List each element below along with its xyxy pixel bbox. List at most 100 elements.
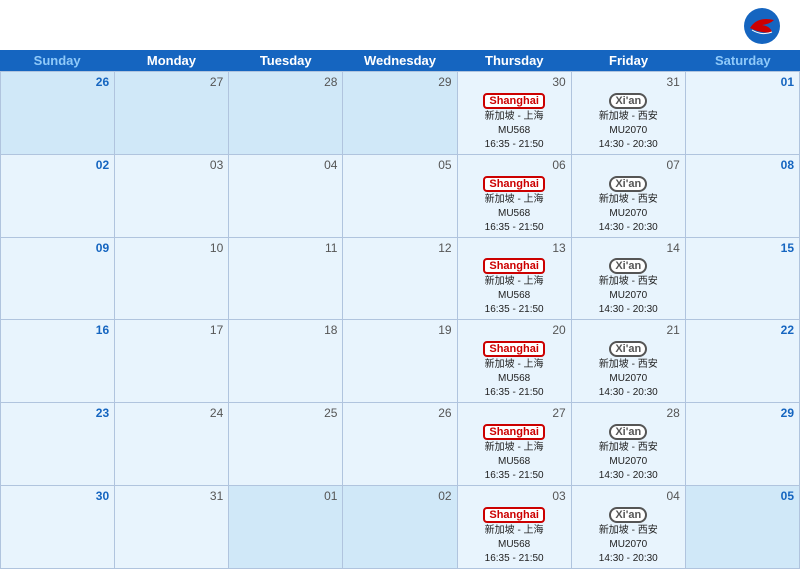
destination-badge: Shanghai [483,93,545,109]
calendar-cell: 02 [1,155,115,238]
calendar-cell: 29 [343,72,457,155]
flight-info-thursday: Shanghai新加坡 - 上海MU56816:35 - 21:50 [461,423,568,483]
flight-details: 新加坡 - 西安MU207014:30 - 20:30 [599,193,658,235]
destination-badge: Shanghai [483,176,545,192]
day-number: 21 [575,322,682,339]
calendar-cell: 31 [115,486,229,569]
day-number: 15 [689,240,796,257]
flight-info-friday: Xi'an新加坡 - 西安MU207014:30 - 20:30 [575,340,682,400]
destination-badge: Shanghai [483,507,545,523]
day-number: 22 [689,322,796,339]
flight-details: 新加坡 - 西安MU207014:30 - 20:30 [599,358,658,400]
flight-info-thursday: Shanghai新加坡 - 上海MU56816:35 - 21:50 [461,506,568,566]
calendar-cell: 26 [343,403,457,486]
day-number: 29 [346,74,453,91]
calendar-cell: 18 [229,320,343,403]
day-number: 01 [232,488,339,505]
calendar-cell: 29 [686,403,800,486]
calendar-cell: 16 [1,320,115,403]
calendar-cell: 10 [115,238,229,321]
calendar: Sunday Monday Tuesday Wednesday Thursday… [0,50,800,569]
calendar-cell: 27 [115,72,229,155]
calendar-cell: 07Xi'an新加坡 - 西安MU207014:30 - 20:30 [572,155,686,238]
day-number: 28 [232,74,339,91]
airline-logo [742,6,790,46]
calendar-cell: 17 [115,320,229,403]
calendar-cell: 23 [1,403,115,486]
dow-friday: Friday [571,50,685,71]
day-number: 28 [575,405,682,422]
calendar-cell: 13Shanghai新加坡 - 上海MU56816:35 - 21:50 [458,238,572,321]
day-number: 03 [118,157,225,174]
day-number: 29 [689,405,796,422]
calendar-cell: 14Xi'an新加坡 - 西安MU207014:30 - 20:30 [572,238,686,321]
day-number: 25 [232,405,339,422]
destination-badge: Shanghai [483,341,545,357]
flight-details: 新加坡 - 上海MU56816:35 - 21:50 [485,524,544,566]
calendar-grid: 2627282930Shanghai新加坡 - 上海MU56816:35 - 2… [0,71,800,569]
calendar-cell: 04Xi'an新加坡 - 西安MU207014:30 - 20:30 [572,486,686,569]
dow-saturday: Saturday [686,50,800,71]
destination-badge-xian: Xi'an [609,258,647,274]
calendar-cell: 12 [343,238,457,321]
destination-badge-xian: Xi'an [609,507,647,523]
destination-badge-xian: Xi'an [609,341,647,357]
flight-info-friday: Xi'an新加坡 - 西安MU207014:30 - 20:30 [575,92,682,152]
day-number: 11 [232,240,339,257]
calendar-cell: 09 [1,238,115,321]
day-number: 14 [575,240,682,257]
day-number: 20 [461,322,568,339]
calendar-cell: 03 [115,155,229,238]
destination-badge: Shanghai [483,424,545,440]
calendar-cell: 26 [1,72,115,155]
calendar-cell: 02 [343,486,457,569]
day-number: 18 [232,322,339,339]
day-number: 01 [689,74,796,91]
day-number: 16 [4,322,111,339]
eastern-airlines-icon [742,6,782,46]
calendar-cell: 21Xi'an新加坡 - 西安MU207014:30 - 20:30 [572,320,686,403]
calendar-cell: 30 Shanghai新加坡 - 上海MU56816:35 - 21:50 [458,72,572,155]
calendar-cell: 31Xi'an新加坡 - 西安MU207014:30 - 20:30 [572,72,686,155]
calendar-cell: 04 [229,155,343,238]
day-of-week-row: Sunday Monday Tuesday Wednesday Thursday… [0,50,800,71]
day-number: 19 [346,322,453,339]
destination-badge-xian: Xi'an [609,424,647,440]
flight-info-friday: Xi'an新加坡 - 西安MU207014:30 - 20:30 [575,257,682,317]
calendar-cell: 28 [229,72,343,155]
day-number: 05 [346,157,453,174]
day-number: 04 [575,488,682,505]
flight-info-thursday: Shanghai新加坡 - 上海MU56816:35 - 21:50 [461,257,568,317]
day-number: 03 [461,488,568,505]
calendar-cell: 15 [686,238,800,321]
day-number: 13 [461,240,568,257]
calendar-cell: 20Shanghai新加坡 - 上海MU56816:35 - 21:50 [458,320,572,403]
dow-wednesday: Wednesday [343,50,457,71]
day-number: 26 [4,74,111,91]
flight-details: 新加坡 - 上海MU56816:35 - 21:50 [485,441,544,483]
calendar-cell: 28Xi'an新加坡 - 西安MU207014:30 - 20:30 [572,403,686,486]
day-number: 31 [575,74,682,91]
destination-badge-xian: Xi'an [609,176,647,192]
calendar-cell: 05 [343,155,457,238]
day-number: 30 [4,488,111,505]
calendar-cell: 06Shanghai新加坡 - 上海MU56816:35 - 21:50 [458,155,572,238]
day-number: 04 [232,157,339,174]
flight-info-friday: Xi'an新加坡 - 西安MU207014:30 - 20:30 [575,423,682,483]
calendar-cell: 19 [343,320,457,403]
flight-details: 新加坡 - 上海MU56816:35 - 21:50 [485,275,544,317]
dow-tuesday: Tuesday [229,50,343,71]
flight-info-friday: Xi'an新加坡 - 西安MU207014:30 - 20:30 [575,506,682,566]
day-number: 09 [4,240,111,257]
calendar-cell: 05 [686,486,800,569]
calendar-cell: 30 [1,486,115,569]
flight-info-thursday: Shanghai新加坡 - 上海MU56816:35 - 21:50 [461,175,568,235]
day-number: 31 [118,488,225,505]
day-number: 23 [4,405,111,422]
day-number: 30 [461,74,568,91]
day-number: 06 [461,157,568,174]
day-number: 27 [118,74,225,91]
dow-monday: Monday [114,50,228,71]
flight-details: 新加坡 - 上海MU56816:35 - 21:50 [485,110,544,152]
calendar-cell: 27Shanghai新加坡 - 上海MU56816:35 - 21:50 [458,403,572,486]
